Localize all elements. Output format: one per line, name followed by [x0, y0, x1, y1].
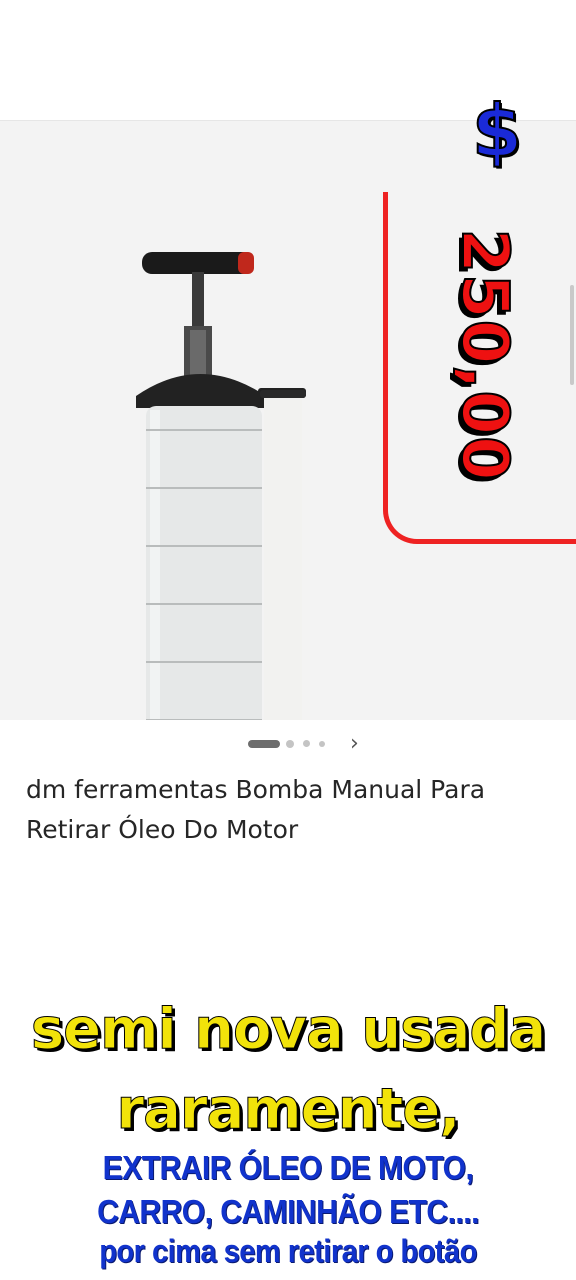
- promo-detail-line2: CARRO, CAMINHÃO ETC....: [97, 1193, 479, 1231]
- carousel-dot-1[interactable]: [248, 740, 280, 748]
- carousel-dot-3[interactable]: [303, 740, 310, 747]
- price-label: 250,00: [446, 228, 522, 483]
- chevron-right-icon[interactable]: ›: [350, 730, 359, 758]
- promo-detail-line1: EXTRAIR ÓLEO DE MOTO,: [102, 1149, 474, 1187]
- promo-detail-line3: por cima sem retirar o botão: [99, 1234, 477, 1270]
- promo-headline-line2: raramente,: [116, 1077, 461, 1143]
- image-carousel-nav: ›: [0, 728, 576, 760]
- carousel-dot-4[interactable]: [319, 741, 325, 747]
- product-title: dm ferramentas Bomba Manual Para Retirar…: [26, 775, 486, 844]
- promo-headline-line1: semi nova usada: [30, 997, 546, 1063]
- currency-symbol: $: [471, 89, 523, 173]
- carousel-dot-2[interactable]: [286, 740, 294, 748]
